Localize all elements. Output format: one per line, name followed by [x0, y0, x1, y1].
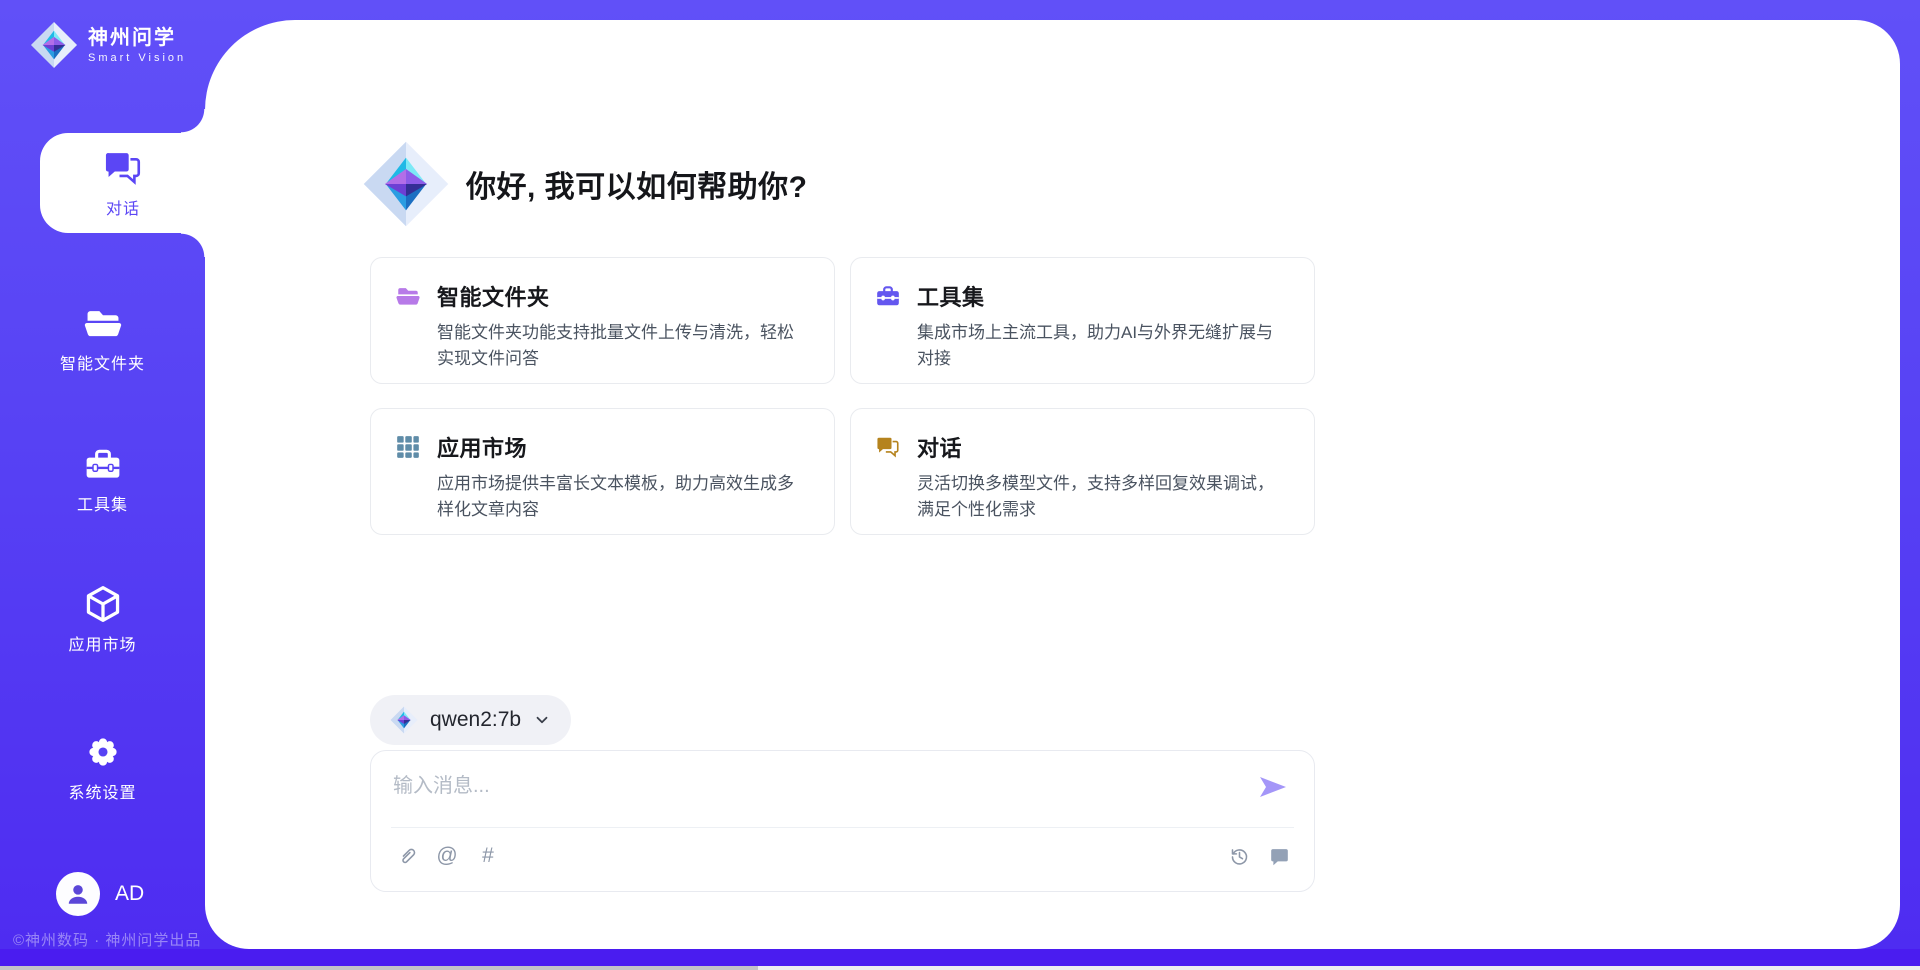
message-placeholder: 输入消息... [393, 775, 490, 797]
scrollbar-thumb[interactable] [0, 966, 758, 970]
toolbox-icon [83, 444, 123, 484]
mention-icon: @ [436, 844, 457, 868]
copyright: ©神州数码 · 神州问学出品 [13, 929, 201, 950]
brand-subtitle: Smart Vision [88, 52, 186, 64]
hashtag-button[interactable]: # [475, 843, 501, 869]
attach-button[interactable] [393, 843, 419, 869]
card-title: 对话 [917, 431, 962, 463]
sidebar-item-label: 系统设置 [68, 779, 136, 803]
send-button[interactable] [1258, 775, 1288, 799]
folder-icon [395, 283, 421, 309]
sidebar-item-label: 应用市场 [68, 631, 136, 655]
attach-icon [396, 846, 417, 867]
message-input[interactable]: 输入消息... [393, 769, 1244, 821]
sidebar-item-toolbox[interactable]: 工具集 [0, 444, 205, 515]
composer: 输入消息... @ # [370, 750, 1315, 892]
content-column: 你好, 我可以如何帮助你? 智能文件夹 智能文件夹功能支持批量文件上传与清洗，轻… [370, 0, 1315, 970]
greeting: 你好, 我可以如何帮助你? [362, 140, 808, 228]
cube-icon [83, 584, 123, 624]
card-desc: 应用市场提供丰富长文本模板，助力高效生成多样化文章内容 [437, 471, 805, 522]
sidebar-item-app-market[interactable]: 应用市场 [0, 584, 205, 655]
card-desc: 智能文件夹功能支持批量文件上传与清洗，轻松实现文件问答 [437, 320, 805, 371]
chat-icon [875, 434, 901, 460]
greeting-text: 你好, 我可以如何帮助你? [466, 162, 808, 206]
card-app-market[interactable]: 应用市场 应用市场提供丰富长文本模板，助力高效生成多样化文章内容 [370, 408, 835, 535]
card-desc: 集成市场上主流工具，助力AI与外界无缝扩展与对接 [917, 320, 1285, 371]
model-selector[interactable]: qwen2:7b [370, 695, 571, 745]
person-icon [65, 881, 91, 907]
grid-icon [395, 434, 421, 460]
mention-button[interactable]: @ [434, 843, 460, 869]
diamond-logo-icon [390, 706, 418, 734]
sidebar-item-label: 对话 [106, 195, 140, 219]
tab-fillet-bottom [181, 233, 205, 257]
diamond-logo-icon [362, 140, 450, 228]
card-chat[interactable]: 对话 灵活切换多模型文件，支持多样回复效果调试，满足个性化需求 [850, 408, 1315, 535]
composer-divider [391, 827, 1294, 828]
chevron-down-icon [533, 711, 551, 729]
card-smart-folder[interactable]: 智能文件夹 智能文件夹功能支持批量文件上传与清洗，轻松实现文件问答 [370, 257, 835, 384]
folder-icon [83, 303, 123, 343]
chat-icon [102, 147, 144, 189]
card-title: 智能文件夹 [437, 280, 550, 312]
sidebar-item-settings[interactable]: 系统设置 [0, 732, 205, 803]
gear-icon [83, 732, 123, 772]
tab-fillet-top [181, 109, 205, 133]
briefcase-icon [875, 283, 901, 309]
sidebar-item-chat[interactable]: 对话 [40, 133, 206, 233]
sidebar-item-label: 工具集 [77, 491, 128, 515]
sidebar-item-label: 智能文件夹 [60, 350, 145, 374]
diamond-logo-icon [30, 21, 78, 69]
bottom-strip [0, 949, 1920, 966]
card-toolbox[interactable]: 工具集 集成市场上主流工具，助力AI与外界无缝扩展与对接 [850, 257, 1315, 384]
brand: 神州问学 Smart Vision [30, 21, 186, 69]
card-desc: 灵活切换多模型文件，支持多样回复效果调试，满足个性化需求 [917, 471, 1285, 522]
hashtag-icon: # [482, 844, 494, 868]
history-icon [1229, 846, 1250, 867]
history-button[interactable] [1226, 843, 1252, 869]
avatar [56, 872, 100, 916]
user-name: AD [115, 882, 144, 906]
feedback-button[interactable] [1266, 843, 1292, 869]
model-name: qwen2:7b [430, 708, 521, 732]
brand-name: 神州问学 [88, 27, 186, 50]
sidebar: 神州问学 Smart Vision 对话 智能文件夹 工具集 [0, 0, 205, 970]
card-title: 应用市场 [437, 431, 527, 463]
sidebar-item-smart-folder[interactable]: 智能文件夹 [0, 303, 205, 374]
user-chip[interactable]: AD [56, 872, 144, 916]
card-title: 工具集 [917, 280, 985, 312]
feedback-icon [1269, 846, 1290, 867]
